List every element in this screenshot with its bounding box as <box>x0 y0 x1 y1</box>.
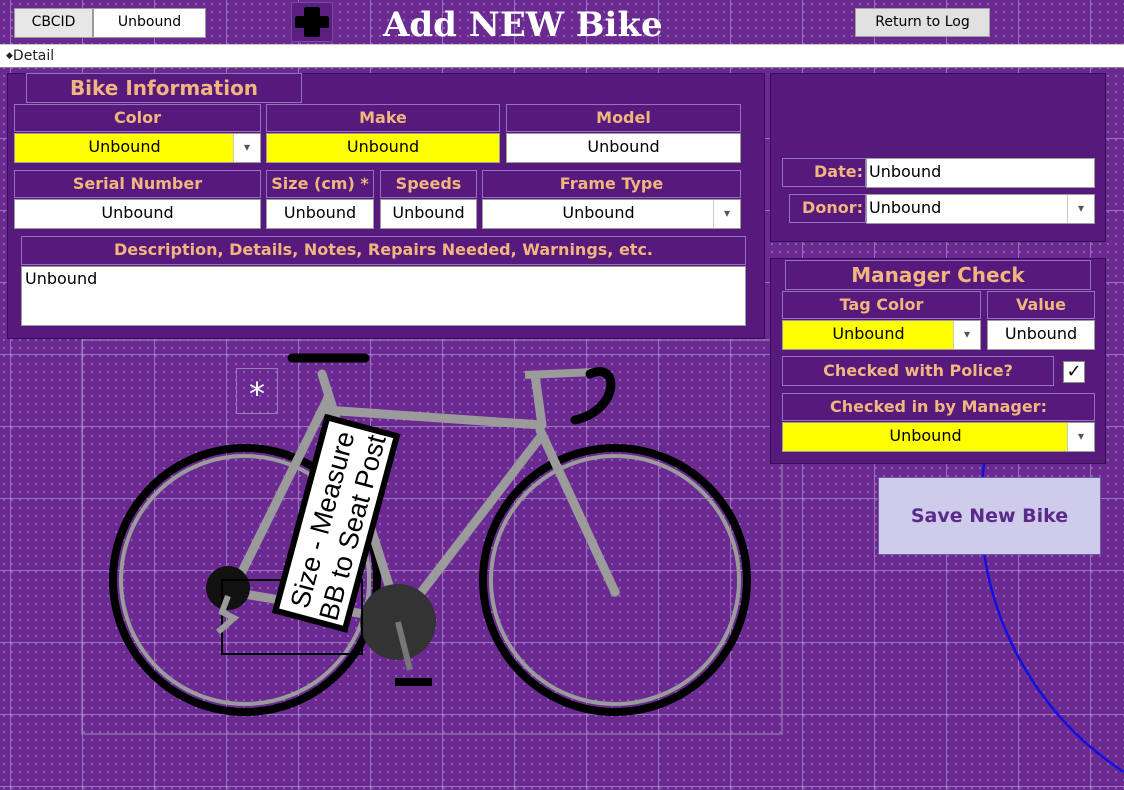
cbcid-label: CBCID <box>14 8 93 38</box>
serial-number-field[interactable]: Unbound <box>14 199 261 229</box>
return-to-log-button[interactable]: Return to Log <box>855 8 990 37</box>
model-field[interactable]: Unbound <box>506 133 741 163</box>
serial-number-label: Serial Number <box>14 170 261 198</box>
speeds-label: Speeds <box>380 170 477 198</box>
description-label: Description, Details, Notes, Repairs Nee… <box>21 236 746 265</box>
frame-type-combo[interactable]: Unbound ▾ <box>482 199 741 229</box>
detail-label: Detail <box>12 48 55 64</box>
checked-in-by-value: Unbound <box>889 426 962 445</box>
page-title: Add NEW Bike <box>383 5 663 45</box>
cbcid-field[interactable]: Unbound <box>93 8 206 38</box>
front-wheel <box>479 444 751 716</box>
donor-dropdown-icon[interactable]: ▾ <box>1067 195 1094 223</box>
description-field[interactable]: Unbound <box>21 266 746 326</box>
color-value: Unbound <box>88 137 161 156</box>
make-field[interactable]: Unbound <box>266 133 500 163</box>
police-checkbox[interactable]: ✓ <box>1063 361 1085 383</box>
section-collapse-icon[interactable]: ◆ <box>6 51 13 61</box>
tag-color-value: Unbound <box>832 324 905 343</box>
donor-label: Donor: <box>789 194 866 223</box>
checked-in-by-label: Checked in by Manager: <box>782 393 1095 421</box>
checked-in-by-combo[interactable]: Unbound ▾ <box>782 422 1095 452</box>
size-field[interactable]: Unbound <box>266 199 374 229</box>
color-dropdown-icon[interactable]: ▾ <box>233 134 260 162</box>
color-label: Color <box>14 104 261 132</box>
date-label: Date: <box>782 158 866 187</box>
frame-type-value: Unbound <box>562 203 635 222</box>
color-combo[interactable]: Unbound ▾ <box>14 133 261 163</box>
value-label: Value <box>987 291 1095 319</box>
save-new-bike-button[interactable]: Save New Bike <box>878 477 1101 555</box>
size-asterisk: * <box>236 368 278 414</box>
detail-section-bar: ◆Detail <box>0 44 1124 68</box>
model-label: Model <box>506 104 741 132</box>
manager-check-title: Manager Check <box>785 260 1091 290</box>
checked-with-police-label: Checked with Police? <box>782 356 1054 386</box>
checked-in-by-dropdown-icon[interactable]: ▾ <box>1067 423 1094 451</box>
frame-type-dropdown-icon[interactable]: ▾ <box>713 200 740 228</box>
tag-color-combo[interactable]: Unbound ▾ <box>782 320 981 350</box>
size-label: Size (cm) * <box>266 170 374 198</box>
tag-color-dropdown-icon[interactable]: ▾ <box>953 321 980 349</box>
tag-color-label: Tag Color <box>782 291 981 319</box>
bike-information-title: Bike Information <box>26 73 302 103</box>
value-field[interactable]: Unbound <box>987 320 1095 350</box>
frame-type-label: Frame Type <box>482 170 741 198</box>
plus-icon[interactable] <box>291 2 333 42</box>
donor-value: Unbound <box>869 198 942 217</box>
speeds-field[interactable]: Unbound <box>380 199 477 229</box>
bike-illustration: Size - Measure BB to Seat Post <box>81 339 783 735</box>
make-label: Make <box>266 104 500 132</box>
date-field[interactable]: Unbound <box>866 158 1095 188</box>
donor-combo[interactable]: Unbound ▾ <box>866 194 1095 224</box>
